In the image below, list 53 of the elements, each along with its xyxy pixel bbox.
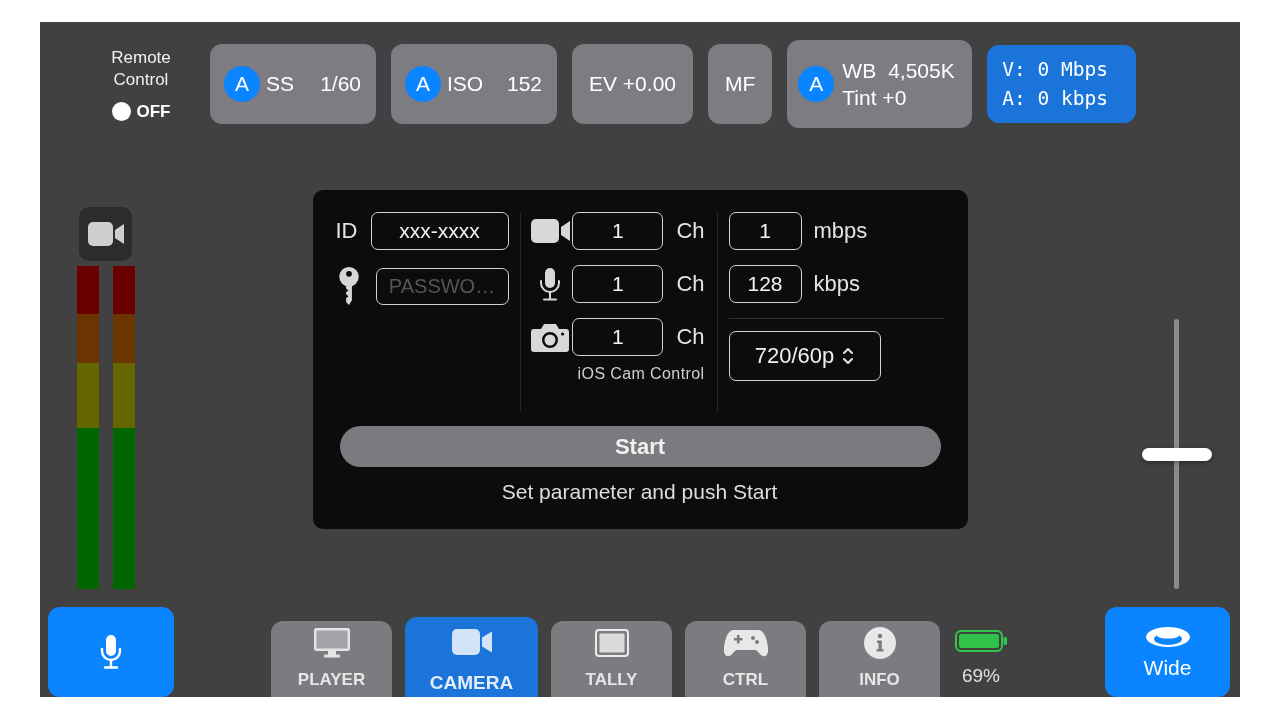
microphone-icon <box>100 635 122 669</box>
bitrate-unit-label: mbps <box>813 218 868 244</box>
lens-button[interactable]: Wide <box>1105 607 1230 697</box>
channel-unit-label: Ch <box>676 324 705 350</box>
gamepad-icon <box>723 629 768 657</box>
nav-tab[interactable]: TALLY <box>551 621 672 697</box>
audio-bitrate-text: A: 0 kbps <box>1002 86 1108 112</box>
camera-setting-button[interactable]: MF <box>708 44 773 124</box>
bitrate-field[interactable]: 128 <box>728 265 802 303</box>
remote-control-label: Remote Control <box>110 46 172 91</box>
id-field[interactable]: xxx-xxxx <box>370 212 509 250</box>
resolution-dropdown[interactable]: 720/60p <box>728 331 881 381</box>
nav-tab[interactable]: CTRL <box>685 621 806 697</box>
auto-badge: A <box>224 66 260 102</box>
status-message: Set parameter and push Start <box>501 479 778 505</box>
video-bitrate-text: V: 0 Mbps <box>1002 57 1108 83</box>
tally-screen-icon <box>594 629 629 657</box>
photo-camera-icon <box>531 322 570 352</box>
nav-tab[interactable]: INFO <box>819 621 940 697</box>
key-icon <box>338 267 359 306</box>
channel-count-field[interactable]: 1 <box>572 318 664 356</box>
battery-icon <box>955 630 1007 652</box>
microphone-icon <box>539 267 562 301</box>
battery-percentage: 69% <box>962 665 1000 687</box>
caption-text: iOS Cam Control <box>577 365 705 383</box>
bitrate-field[interactable]: 1 <box>728 212 802 250</box>
video-camera-button[interactable] <box>79 207 132 261</box>
nav-tab[interactable]: CAMERA <box>405 617 538 697</box>
auto-badge: A <box>798 66 835 102</box>
video-camera-icon <box>530 219 570 243</box>
start-button[interactable]: Start <box>339 426 941 467</box>
password-field[interactable]: PASSWO… <box>375 268 509 305</box>
monitor-icon <box>313 628 350 658</box>
channel-unit-label: Ch <box>676 271 705 297</box>
camera-setting-button[interactable]: EV +0.00 <box>572 44 693 124</box>
zoom-slider-thumb[interactable] <box>1142 447 1212 461</box>
bitrate-unit-label: kbps <box>813 271 860 297</box>
lens-ring-icon <box>1144 626 1191 648</box>
video-camera-icon <box>451 629 492 655</box>
info-icon <box>863 627 896 659</box>
channel-count-field[interactable]: 1 <box>572 212 664 250</box>
up-down-chevron-icon <box>842 346 855 366</box>
camera-setting-button[interactable]: A WB 4,505K Tint +0 <box>787 40 973 128</box>
auto-badge: A <box>405 66 441 102</box>
microphone-button[interactable] <box>48 607 174 697</box>
nav-tab[interactable]: PLAYER <box>271 621 392 697</box>
channel-unit-label: Ch <box>676 218 705 244</box>
camera-setting-button[interactable]: A SS 1/60 <box>210 44 376 124</box>
video-camera-icon <box>87 222 124 246</box>
channel-count-field[interactable]: 1 <box>572 265 664 303</box>
remote-control-toggle[interactable]: OFF <box>111 101 171 122</box>
id-label: ID <box>335 218 358 244</box>
camera-setting-button[interactable]: A ISO 152 <box>391 44 557 124</box>
